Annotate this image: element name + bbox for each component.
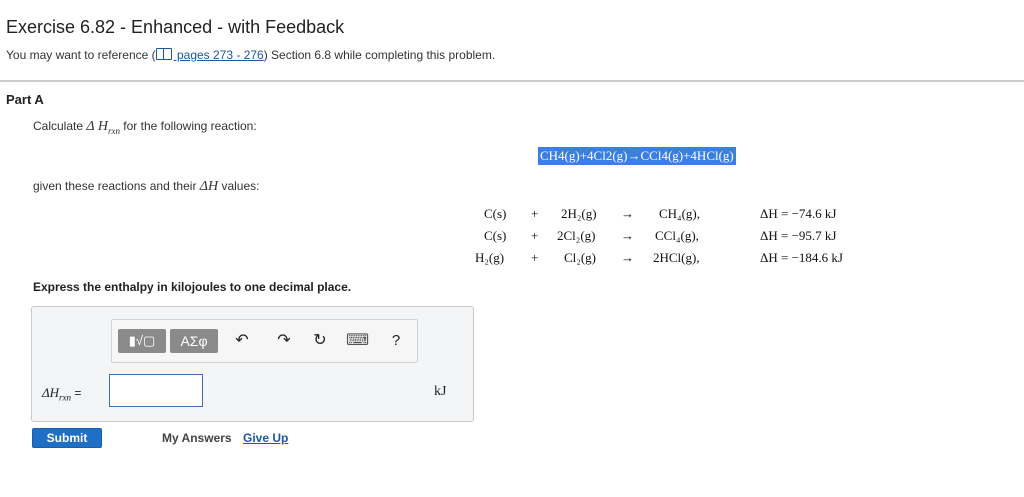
pages-link-text: pages 273 - 276 xyxy=(173,48,264,62)
divider xyxy=(0,80,1024,82)
give-up-link[interactable]: Give Up xyxy=(243,431,288,445)
calc-suffix: for the following reaction: xyxy=(119,119,257,133)
unit-label: kJ xyxy=(434,384,447,399)
reactant-1: C(s) xyxy=(484,228,507,243)
delta-h-value: ΔH = −95.7 kJ xyxy=(760,228,837,243)
book-icon xyxy=(155,48,172,60)
math-toolbar: ▮√▢ ΑΣφ ↶ ↷ ↻ ⌨ ? xyxy=(111,319,418,363)
calc-symbol: Δ H xyxy=(86,119,108,134)
exercise-title: Exercise 6.82 - Enhanced - with Feedback xyxy=(6,17,345,37)
reference-line: You may want to reference ( pages 273 - … xyxy=(6,48,495,62)
given-suffix: values: xyxy=(218,179,260,193)
my-answers-link[interactable]: My Answers xyxy=(162,431,232,445)
plus-sign: + xyxy=(531,250,539,265)
given-symbol: ΔH xyxy=(199,179,219,194)
keyboard-icon[interactable]: ⌨ xyxy=(346,329,369,353)
arrow: → xyxy=(621,228,634,243)
reactant-2: Cl₂(g) xyxy=(564,250,596,265)
given-prefix: given these reactions and their xyxy=(33,179,200,193)
redo-icon[interactable]: ↷ xyxy=(274,329,294,353)
answer-equals: = xyxy=(71,386,82,400)
reference-prefix: You may want to reference ( xyxy=(6,48,156,62)
instruction-text: Express the enthalpy in kilojoules to on… xyxy=(33,280,352,294)
reset-icon[interactable]: ↻ xyxy=(310,329,330,353)
delta-h-value: ΔH = −74.6 kJ xyxy=(760,206,837,221)
delta-h-value: ΔH = −184.6 kJ xyxy=(760,250,843,265)
submit-button[interactable]: Submit xyxy=(32,428,102,448)
target-reaction: CH4(g)+4Cl2(g)→CCl4(g)+4HCl(g) xyxy=(538,147,736,165)
answer-symbol: ΔH xyxy=(42,385,60,400)
templates-button[interactable]: ▮√▢ xyxy=(118,329,166,353)
pages-link[interactable]: pages 273 - 276 xyxy=(155,48,264,62)
answer-label: ΔHrxn = xyxy=(42,385,81,403)
reactant-2: 2H₂(g) xyxy=(561,206,597,221)
product: CCl₄(g), xyxy=(655,228,699,243)
answer-sub: rxn xyxy=(59,392,72,403)
help-icon[interactable]: ? xyxy=(386,329,406,353)
part-label: Part A xyxy=(6,92,44,107)
reactant-2: 2Cl₂(g) xyxy=(557,228,596,243)
arrow: → xyxy=(621,250,634,265)
arrow: → xyxy=(621,206,634,221)
calc-sub: rxn xyxy=(107,125,120,136)
given-prompt: given these reactions and their ΔH value… xyxy=(33,179,259,195)
answer-input[interactable] xyxy=(109,374,203,407)
reference-suffix: ) Section 6.8 while completing this prob… xyxy=(263,48,496,62)
plus-sign: + xyxy=(531,228,539,243)
calc-prefix: Calculate xyxy=(33,119,87,133)
reactant-1: H₂(g) xyxy=(475,250,505,265)
calculate-prompt: Calculate Δ Hrxn for the following react… xyxy=(33,119,257,136)
undo-icon[interactable]: ↶ xyxy=(232,329,252,353)
plus-sign: + xyxy=(531,206,539,221)
reactant-1: C(s) xyxy=(484,206,507,221)
greek-symbols-button[interactable]: ΑΣφ xyxy=(170,329,218,353)
product: 2HCl(g), xyxy=(653,250,700,265)
product: CH₄(g), xyxy=(659,206,700,221)
delta-h-symbol: Δ Hrxn xyxy=(86,119,120,136)
